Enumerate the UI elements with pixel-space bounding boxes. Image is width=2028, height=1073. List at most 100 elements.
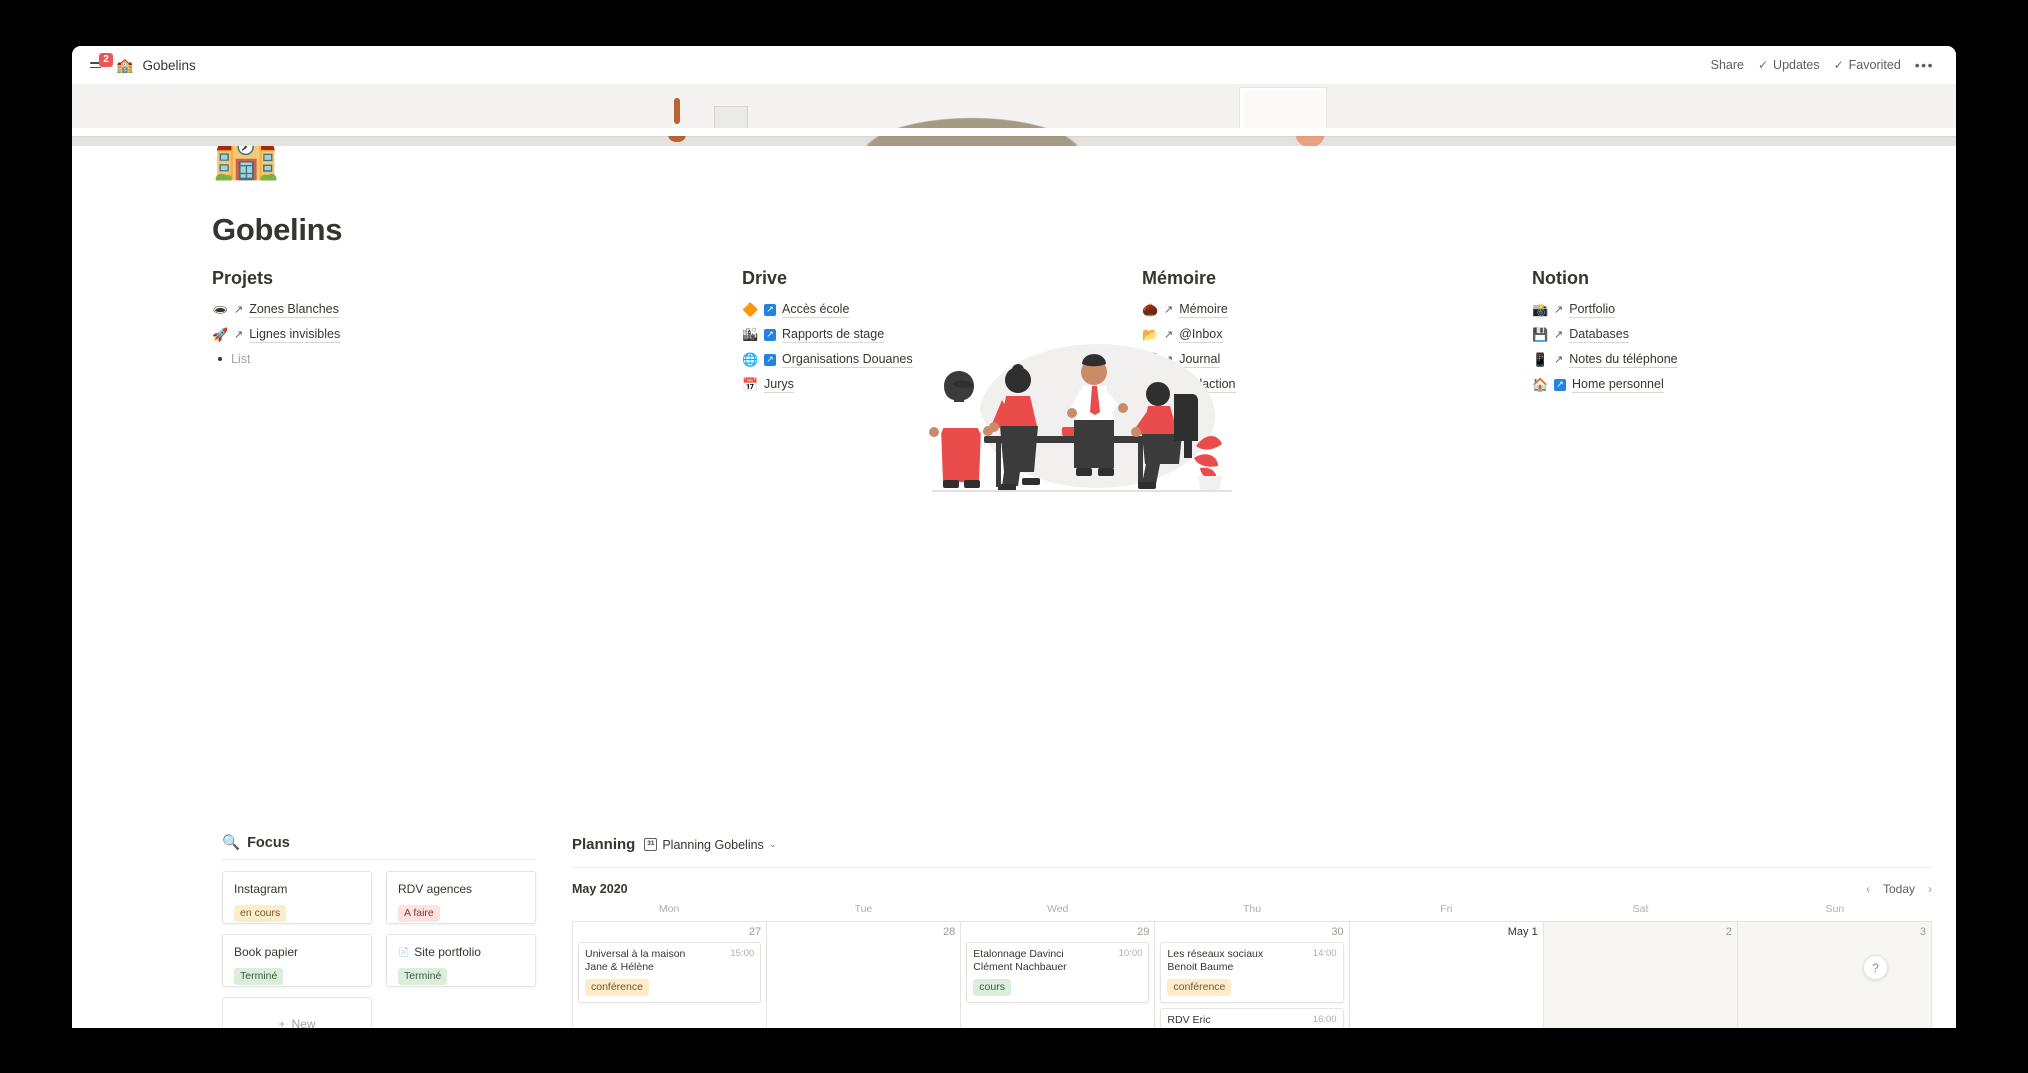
breadcrumb-title[interactable]: Gobelins xyxy=(142,58,195,73)
plant xyxy=(1194,436,1222,492)
day-number: 2 xyxy=(1725,926,1732,938)
link-label[interactable]: Home personnel xyxy=(1572,377,1664,393)
link-label[interactable]: Accès école xyxy=(782,302,850,318)
teamwork-illustration xyxy=(929,344,1232,492)
chevron-down-icon: ⌄ xyxy=(768,839,777,849)
top-bar: 2 🏫 Gobelins Share ✓ Updates ✓ Favorited… xyxy=(72,46,1956,84)
external-link-arrow-icon: ↗ xyxy=(1554,329,1564,341)
link-notes-du-telephone[interactable]: 📱 ↗ Notes du téléphone xyxy=(1532,349,1892,370)
link-memoire[interactable]: 🌰 ↗ Mémoire xyxy=(1142,299,1532,320)
focus-heading: 🔍 Focus xyxy=(222,834,536,860)
calendar-event[interactable]: Les réseaux sociaux 14:00 Benoit Baume c… xyxy=(1160,942,1344,1004)
link-acces-ecole[interactable]: 🔶 ↗ Accès école xyxy=(742,299,1142,320)
day-number: 27 xyxy=(748,926,762,938)
link-home-personnel[interactable]: 🏠 ↗ Home personnel xyxy=(1532,374,1892,395)
focus-card-rdv-agences[interactable]: RDV agences A faire xyxy=(386,871,536,924)
list-item-placeholder[interactable]: List xyxy=(212,349,742,369)
calendar-cell[interactable]: 3 xyxy=(1737,922,1932,1028)
new-focus-button[interactable]: + New xyxy=(222,997,372,1028)
next-month-icon[interactable]: › xyxy=(1928,882,1932,896)
page-cover[interactable] xyxy=(72,84,1956,146)
link-label[interactable]: Organisations Douanes xyxy=(782,352,913,368)
today-button[interactable]: Today xyxy=(1883,882,1915,896)
cover-desk-surface xyxy=(72,128,1956,136)
link-label[interactable]: Rapports de stage xyxy=(782,327,885,343)
list-item-label: List xyxy=(231,352,251,366)
link-lignes-invisibles[interactable]: 🚀 ↗ Lignes invisibles xyxy=(212,324,742,345)
chestnut-icon: 🌰 xyxy=(1142,302,1159,317)
link-label[interactable]: Lignes invisibles xyxy=(249,327,341,343)
bullet-icon xyxy=(218,357,222,361)
planning-source-selector[interactable]: 31 Planning Gobelins ⌄ xyxy=(644,838,776,852)
favorited-button[interactable]: ✓ Favorited xyxy=(1834,58,1901,72)
page-title[interactable]: Gobelins xyxy=(212,212,343,248)
link-label[interactable]: Jurys xyxy=(764,377,794,393)
external-link-arrow-icon: ↗ xyxy=(764,353,776,366)
cityscape-icon: 🏙 xyxy=(742,327,759,342)
globe-icon: 🌐 xyxy=(742,352,759,367)
table-top xyxy=(984,436,1154,443)
calendar-icon: 31 xyxy=(644,838,658,851)
breadcrumb: 2 🏫 Gobelins xyxy=(90,52,196,73)
link-databases[interactable]: 💾 ↗ Databases xyxy=(1532,324,1892,345)
sidebar-toggle-icon[interactable]: 2 xyxy=(90,52,113,72)
day-number: May 1 xyxy=(1507,926,1538,938)
column-heading: Mémoire xyxy=(1142,268,1217,288)
link-label[interactable]: Notes du téléphone xyxy=(1569,352,1678,368)
magnifier-icon: 🔍 xyxy=(222,835,241,851)
day-header: Thu xyxy=(1242,903,1262,915)
calendar-cell[interactable]: 30 Les réseaux sociaux 14:00 Benoit Baum… xyxy=(1155,922,1350,1028)
focus-card-grid: Instagram en cours RDV agences A faire B… xyxy=(222,871,542,987)
updates-button[interactable]: ✓ Updates xyxy=(1758,58,1820,72)
house-icon: 🏠 xyxy=(1532,377,1549,392)
event-person: Clément Nachbauer xyxy=(973,961,1067,973)
planning-section: Planning 31 Planning Gobelins ⌄ May 2020… xyxy=(572,836,1932,1028)
calendar-cell[interactable]: 29 Etalonnage Davinci 10:00 Clément Nach… xyxy=(961,922,1156,1028)
calendar-day-headers: Mon Tue Wed Thu Fri Sat Sun xyxy=(572,897,1932,921)
link-portfolio[interactable]: 📸 ↗ Portfolio xyxy=(1532,299,1892,320)
hole-icon: 🕳 xyxy=(212,302,229,317)
event-title: Les réseaux sociaux xyxy=(1167,948,1264,960)
share-button[interactable]: Share xyxy=(1711,58,1744,72)
day-header: Sat xyxy=(1632,903,1649,915)
focus-card-site-portfolio[interactable]: 📄 Site portfolio Terminé xyxy=(386,934,536,987)
day-header: Tue xyxy=(854,903,873,915)
calendar-cell[interactable]: 2 xyxy=(1543,922,1738,1028)
person-1 xyxy=(929,371,993,488)
link-label[interactable]: Portfolio xyxy=(1569,302,1616,318)
calendar-cell-today[interactable]: May 1 xyxy=(1349,922,1544,1028)
event-time: 14:00 xyxy=(1312,948,1337,959)
calendar-cell[interactable]: 28 xyxy=(767,922,962,1028)
app-window: 2 🏫 Gobelins Share ✓ Updates ✓ Favorited… xyxy=(72,46,1956,1028)
event-person: Eric Delamarre xyxy=(1167,1027,1336,1028)
status-badge: Terminé xyxy=(234,968,284,986)
more-options-icon[interactable]: ••• xyxy=(1915,57,1934,73)
day-number: 29 xyxy=(1137,926,1150,938)
plus-icon: + xyxy=(278,1016,286,1029)
calendar-event[interactable]: Universal à la maison 15:00 Jane & Hélèn… xyxy=(578,942,762,1004)
link-label[interactable]: Mémoire xyxy=(1179,302,1228,318)
link-label[interactable]: Databases xyxy=(1569,327,1629,343)
focus-card-book-papier[interactable]: Book papier Terminé xyxy=(222,934,372,987)
calendar-cell[interactable]: 27 Universal à la maison 15:00 Jane & Hé… xyxy=(573,922,768,1028)
day-header: Fri xyxy=(1440,903,1453,915)
link-label[interactable]: Zones Blanches xyxy=(249,302,339,318)
planning-source-label: Planning Gobelins xyxy=(662,837,764,852)
focus-section: 🔍 Focus Instagram en cours RDV agences A… xyxy=(222,834,542,1028)
focus-card-title: Instagram xyxy=(234,882,288,896)
mobile-phone-icon: 📱 xyxy=(1532,352,1549,367)
page-icon[interactable]: 🏫 xyxy=(212,146,279,178)
calendar-event[interactable]: Etalonnage Davinci 10:00 Clément Nachbau… xyxy=(966,942,1150,1004)
event-time: 10:00 xyxy=(1118,948,1143,959)
diamond-icon: 🔶 xyxy=(742,302,759,317)
prev-month-icon[interactable]: ‹ xyxy=(1866,882,1870,896)
focus-card-label: Site portfolio xyxy=(414,945,481,959)
focus-card-instagram[interactable]: Instagram en cours xyxy=(222,871,372,924)
calendar-event[interactable]: RDV Eric 16:00 Eric Delamarre rdv xyxy=(1160,1008,1344,1028)
calendar-navigation: ‹ Today › xyxy=(1866,882,1932,896)
planning-header: Planning 31 Planning Gobelins ⌄ xyxy=(572,836,1932,853)
favorited-label: Favorited xyxy=(1848,58,1901,72)
help-button[interactable]: ? xyxy=(1863,955,1888,980)
column-heading: Notion xyxy=(1532,268,1589,288)
link-zones-blanches[interactable]: 🕳 ↗ Zones Blanches xyxy=(212,299,742,320)
